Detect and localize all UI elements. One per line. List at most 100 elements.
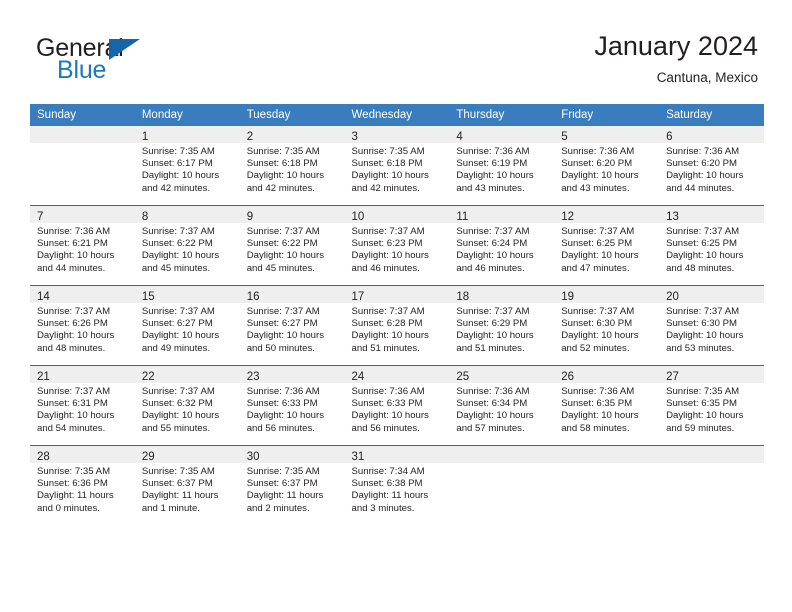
daylight-text-cont: and 58 minutes. — [561, 422, 630, 434]
calendar-day-cell[interactable]: 11 Sunrise: 7:37 AM Sunset: 6:24 PM Dayligh… — [449, 205, 555, 286]
calendar-day-cell[interactable]: 14 Sunrise: 7:37 AM Sunset: 6:26 PM Dayligh… — [30, 285, 135, 366]
day-number-band — [30, 126, 135, 143]
daylight-text-cont: and 50 minutes. — [246, 342, 315, 354]
day-number-band: 8 — [134, 206, 240, 223]
day-details: Sunrise: 7:35 AM Sunset: 6:17 PM Daylight:… — [135, 143, 240, 195]
calendar-day-cell[interactable]: 26 Sunrise: 7:36 AM Sunset: 6:35 PM Dayligh… — [554, 365, 660, 446]
sunrise-text: Sunrise: 7:35 AM — [666, 386, 740, 397]
calendar-day-cell[interactable]: 21 Sunrise: 7:37 AM Sunset: 6:31 PM Dayligh… — [30, 365, 135, 446]
calendar-week-row: 28 Sunrise: 7:35 AM Sunset: 6:36 PM Dayligh… — [30, 445, 764, 525]
day-number-band: 11 — [449, 206, 555, 223]
calendar-header-row: Sunday Monday Tuesday Wednesday Thursday… — [30, 104, 764, 126]
day-number-band: 15 — [134, 286, 240, 303]
calendar-day-cell[interactable]: 24 Sunrise: 7:36 AM Sunset: 6:33 PM Dayligh… — [344, 365, 450, 446]
calendar-day-cell[interactable]: 8 Sunrise: 7:37 AM Sunset: 6:22 PM Daylight… — [134, 205, 240, 286]
calendar-day-cell[interactable]: 25 Sunrise: 7:36 AM Sunset: 6:34 PM Dayligh… — [449, 365, 555, 446]
day-number-band: 7 — [30, 206, 135, 223]
daylight-text-cont: and 52 minutes. — [561, 342, 630, 354]
calendar-day-cell[interactable]: 31 Sunrise: 7:34 AM Sunset: 6:38 PM Dayligh… — [344, 445, 450, 525]
calendar-day-cell[interactable]: 4 Sunrise: 7:36 AM Sunset: 6:19 PM Daylight… — [449, 126, 555, 206]
day-details: Sunrise: 7:37 AM Sunset: 6:32 PM Daylight:… — [135, 383, 240, 435]
day-number-band: 25 — [449, 366, 555, 383]
calendar-day-cell[interactable]: 16 Sunrise: 7:37 AM Sunset: 6:27 PM Dayligh… — [239, 285, 345, 366]
daylight-text: Daylight: 10 hours — [37, 410, 115, 422]
day-number-band: 22 — [134, 366, 240, 383]
calendar-day-cell[interactable]: 6 Sunrise: 7:36 AM Sunset: 6:20 PM Daylight… — [659, 126, 764, 206]
day-details — [554, 463, 659, 466]
day-number-band: 30 — [239, 446, 345, 463]
day-number-band: 18 — [449, 286, 555, 303]
calendar-day-cell[interactable]: 5 Sunrise: 7:36 AM Sunset: 6:20 PM Daylight… — [554, 126, 660, 206]
sunset-text: Sunset: 6:33 PM — [351, 398, 423, 410]
calendar-day-cell[interactable]: 17 Sunrise: 7:37 AM Sunset: 6:28 PM Dayligh… — [344, 285, 450, 366]
daylight-text: Daylight: 11 hours — [37, 490, 114, 502]
sunset-text: Sunset: 6:32 PM — [141, 398, 213, 410]
calendar-day-cell[interactable]: 18 Sunrise: 7:37 AM Sunset: 6:29 PM Dayligh… — [449, 285, 555, 366]
weekday-header-thursday: Thursday — [449, 104, 555, 126]
day-number: 20 — [666, 291, 679, 303]
daylight-text-cont: and 47 minutes. — [561, 262, 630, 274]
daylight-text: Daylight: 10 hours — [141, 170, 220, 182]
day-details: Sunrise: 7:37 AM Sunset: 6:22 PM Daylight:… — [135, 223, 240, 275]
day-details: Sunrise: 7:35 AM Sunset: 6:35 PM Daylight:… — [659, 383, 764, 435]
day-number: 21 — [37, 371, 50, 383]
calendar-day-cell[interactable]: 29 Sunrise: 7:35 AM Sunset: 6:37 PM Dayligh… — [134, 445, 240, 525]
day-details: Sunrise: 7:37 AM Sunset: 6:26 PM Daylight:… — [30, 303, 135, 355]
day-details: Sunrise: 7:37 AM Sunset: 6:31 PM Daylight:… — [30, 383, 135, 435]
day-number-band: 5 — [554, 126, 660, 143]
calendar-day-cell[interactable]: 27 Sunrise: 7:35 AM Sunset: 6:35 PM Dayligh… — [659, 365, 764, 446]
calendar-day-cell[interactable]: 3 Sunrise: 7:35 AM Sunset: 6:18 PM Daylight… — [344, 126, 450, 206]
calendar-day-cell[interactable]: 20 Sunrise: 7:37 AM Sunset: 6:30 PM Dayligh… — [659, 285, 764, 366]
day-details: Sunrise: 7:36 AM Sunset: 6:34 PM Daylight:… — [449, 383, 554, 435]
generalblue-logo[interactable]: General Blue — [36, 34, 236, 86]
calendar-day-cell[interactable]: 10 Sunrise: 7:37 AM Sunset: 6:23 PM Dayligh… — [344, 205, 450, 286]
calendar-day-cell[interactable]: 15 Sunrise: 7:37 AM Sunset: 6:27 PM Dayligh… — [134, 285, 240, 366]
day-details: Sunrise: 7:37 AM Sunset: 6:25 PM Daylight:… — [554, 223, 659, 275]
calendar-day-cell[interactable]: 2 Sunrise: 7:35 AM Sunset: 6:18 PM Daylight… — [239, 126, 345, 206]
calendar-day-cell[interactable]: 22 Sunrise: 7:37 AM Sunset: 6:32 PM Dayligh… — [134, 365, 240, 446]
day-number: 9 — [246, 211, 254, 223]
calendar-day-cell[interactable]: 30 Sunrise: 7:35 AM Sunset: 6:37 PM Dayligh… — [239, 445, 345, 525]
sunrise-text: Sunrise: 7:35 AM — [37, 466, 111, 477]
sunrise-text: Sunrise: 7:37 AM — [246, 306, 320, 317]
day-details: Sunrise: 7:35 AM Sunset: 6:37 PM Daylight:… — [240, 463, 345, 515]
brand-name-blue: Blue — [57, 56, 107, 84]
calendar-day-cell[interactable]: 7 Sunrise: 7:36 AM Sunset: 6:21 PM Daylight… — [30, 205, 135, 286]
sunrise-text: Sunrise: 7:37 AM — [246, 226, 320, 237]
daylight-text: Daylight: 10 hours — [561, 410, 639, 422]
calendar-day-cell[interactable]: 13 Sunrise: 7:37 AM Sunset: 6:25 PM Dayligh… — [659, 205, 764, 286]
sunset-text: Sunset: 6:23 PM — [351, 238, 423, 250]
day-number: 4 — [456, 131, 463, 143]
day-number: 6 — [666, 131, 673, 143]
sunset-text: Sunset: 6:18 PM — [246, 158, 318, 170]
sunset-text: Sunset: 6:35 PM — [561, 398, 633, 410]
daylight-text-cont: and 44 minutes. — [37, 262, 106, 274]
sunrise-text: Sunrise: 7:35 AM — [246, 466, 320, 477]
day-details: Sunrise: 7:34 AM Sunset: 6:38 PM Daylight:… — [345, 463, 450, 515]
sunset-text: Sunset: 6:31 PM — [37, 398, 108, 410]
daylight-text: Daylight: 10 hours — [246, 170, 325, 182]
sunrise-text: Sunrise: 7:37 AM — [141, 306, 215, 317]
daylight-text: Daylight: 10 hours — [141, 330, 220, 342]
daylight-text-cont: and 3 minutes. — [351, 502, 415, 514]
sunrise-text: Sunrise: 7:37 AM — [456, 306, 530, 317]
sunrise-text: Sunrise: 7:37 AM — [351, 226, 425, 237]
day-number: 22 — [141, 371, 155, 383]
calendar-week-row: 14 Sunrise: 7:37 AM Sunset: 6:26 PM Dayligh… — [30, 285, 764, 366]
calendar-day-cell[interactable]: 23 Sunrise: 7:36 AM Sunset: 6:33 PM Dayligh… — [239, 365, 345, 446]
sunset-text: Sunset: 6:20 PM — [666, 158, 737, 170]
daylight-text: Daylight: 10 hours — [456, 170, 534, 182]
day-number-band: 19 — [554, 286, 660, 303]
calendar-day-cell[interactable]: 1 Sunrise: 7:35 AM Sunset: 6:17 PM Daylight… — [134, 126, 240, 206]
calendar-day-cell[interactable]: 19 Sunrise: 7:37 AM Sunset: 6:30 PM Dayligh… — [554, 285, 660, 366]
day-details: Sunrise: 7:36 AM Sunset: 6:33 PM Daylight:… — [240, 383, 345, 435]
calendar-day-cell[interactable]: 12 Sunrise: 7:37 AM Sunset: 6:25 PM Dayligh… — [554, 205, 660, 286]
calendar-day-cell[interactable]: 9 Sunrise: 7:37 AM Sunset: 6:22 PM Daylight… — [239, 205, 345, 286]
sunset-text: Sunset: 6:19 PM — [456, 158, 528, 170]
day-number: 13 — [666, 211, 679, 223]
daylight-text: Daylight: 11 hours — [246, 490, 324, 502]
sunset-text: Sunset: 6:29 PM — [456, 318, 528, 330]
daylight-text-cont: and 59 minutes. — [666, 422, 735, 434]
day-details: Sunrise: 7:36 AM Sunset: 6:33 PM Daylight:… — [345, 383, 450, 435]
calendar-day-cell[interactable]: 28 Sunrise: 7:35 AM Sunset: 6:36 PM Dayligh… — [30, 445, 135, 525]
